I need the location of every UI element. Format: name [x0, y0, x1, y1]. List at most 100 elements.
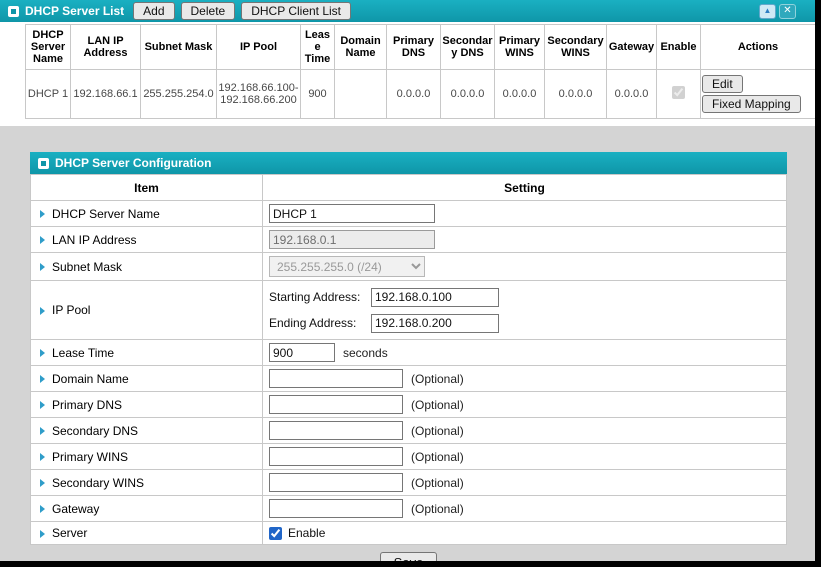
- config-titlebar: DHCP Server Configuration: [30, 152, 787, 174]
- field-label-server: Server: [52, 526, 87, 540]
- panel-icon: [8, 6, 19, 17]
- column-header-primary-wins: Primary WINS: [495, 25, 545, 70]
- row-enable-checkbox: [672, 86, 685, 99]
- item-arrow-icon: [40, 307, 45, 315]
- primary-dns-input[interactable]: [269, 395, 403, 414]
- ending-address-input[interactable]: [371, 314, 499, 333]
- item-arrow-icon: [40, 210, 45, 218]
- field-label-subnet-mask: Subnet Mask: [52, 260, 122, 274]
- item-column-header: Item: [31, 175, 263, 201]
- config-row-secondary-dns: Secondary DNS (Optional): [31, 418, 787, 444]
- item-arrow-icon: [40, 427, 45, 435]
- window-controls: ▲ ✕: [759, 4, 796, 19]
- column-header-subnet-mask: Subnet Mask: [141, 25, 217, 70]
- edit-button[interactable]: Edit: [702, 75, 743, 93]
- server-enable-checkbox[interactable]: [269, 527, 282, 540]
- field-label-primary-dns: Primary DNS: [52, 398, 122, 412]
- dhcp-client-list-button[interactable]: DHCP Client List: [241, 2, 351, 20]
- ending-address-label: Ending Address:: [269, 316, 371, 330]
- gateway-input[interactable]: [269, 499, 403, 518]
- item-arrow-icon: [40, 401, 45, 409]
- collapse-icon[interactable]: ▲: [759, 4, 776, 19]
- config-row-lease-time: Lease Time seconds: [31, 340, 787, 366]
- cell-gateway: 0.0.0.0: [607, 70, 657, 119]
- config-row-server: Server Enable: [31, 522, 787, 545]
- dhcp-server-list-table: DHCP Server Name LAN IP Address Subnet M…: [25, 24, 815, 119]
- config-row-domain-name: Domain Name (Optional): [31, 366, 787, 392]
- column-header-gateway: Gateway: [607, 25, 657, 70]
- optional-hint: (Optional): [411, 398, 464, 412]
- add-button[interactable]: Add: [133, 2, 174, 20]
- config-row-primary-wins: Primary WINS (Optional): [31, 444, 787, 470]
- column-header-primary-dns: Primary DNS: [387, 25, 441, 70]
- field-label-ip-pool: IP Pool: [52, 303, 90, 317]
- domain-name-input[interactable]: [269, 369, 403, 388]
- config-panel-title: DHCP Server Configuration: [55, 156, 211, 170]
- field-label-primary-wins: Primary WINS: [52, 450, 128, 464]
- save-button[interactable]: Save: [380, 552, 438, 561]
- config-row-gateway: Gateway (Optional): [31, 496, 787, 522]
- item-arrow-icon: [40, 530, 45, 538]
- config-row-ip-pool: IP Pool Starting Address: Ending Address…: [31, 281, 787, 340]
- optional-hint: (Optional): [411, 502, 464, 516]
- optional-hint: (Optional): [411, 476, 464, 490]
- config-row-lan-ip-address: LAN IP Address: [31, 227, 787, 253]
- setting-column-header: Setting: [263, 175, 787, 201]
- lease-time-suffix: seconds: [343, 346, 388, 360]
- ip-pool-end-row: Ending Address:: [269, 310, 780, 336]
- config-header-row: Item Setting: [31, 175, 787, 201]
- cell-domain-name: [335, 70, 387, 119]
- starting-address-input[interactable]: [371, 288, 499, 307]
- cell-subnet-mask: 255.255.254.0: [141, 70, 217, 119]
- column-header-secondary-wins: Secondary WINS: [545, 25, 607, 70]
- optional-hint: (Optional): [411, 372, 464, 386]
- item-arrow-icon: [40, 505, 45, 513]
- item-arrow-icon: [40, 479, 45, 487]
- lease-time-input[interactable]: [269, 343, 335, 362]
- list-header-row: DHCP Server Name LAN IP Address Subnet M…: [26, 25, 816, 70]
- dhcp-server-configuration-panel: DHCP Server Configuration Item Setting D…: [30, 152, 787, 561]
- column-header-dhcp-server-name: DHCP Server Name: [26, 25, 71, 70]
- secondary-dns-input[interactable]: [269, 421, 403, 440]
- item-arrow-icon: [40, 263, 45, 271]
- field-label-secondary-wins: Secondary WINS: [52, 476, 144, 490]
- column-header-domain-name: Domain Name: [335, 25, 387, 70]
- column-header-lease-time: Lease Time: [301, 25, 335, 70]
- field-label-lan-ip-address: LAN IP Address: [52, 233, 137, 247]
- field-label-gateway: Gateway: [52, 502, 99, 516]
- secondary-wins-input[interactable]: [269, 473, 403, 492]
- lan-ip-address-input: [269, 230, 435, 249]
- column-header-enable: Enable: [657, 25, 701, 70]
- field-label-lease-time: Lease Time: [52, 346, 114, 360]
- cell-enable: [657, 70, 701, 119]
- dhcp-server-name-input[interactable]: [269, 204, 435, 223]
- primary-wins-input[interactable]: [269, 447, 403, 466]
- table-row: DHCP 1 192.168.66.1 255.255.254.0 192.16…: [26, 70, 816, 119]
- config-row-secondary-wins: Secondary WINS (Optional): [31, 470, 787, 496]
- dhcp-server-list-titlebar: DHCP Server List Add Delete DHCP Client …: [0, 0, 815, 22]
- item-arrow-icon: [40, 453, 45, 461]
- field-label-dhcp-server-name: DHCP Server Name: [52, 207, 160, 221]
- field-label-domain-name: Domain Name: [52, 372, 129, 386]
- cell-ip-pool: 192.168.66.100-192.168.66.200: [217, 70, 301, 119]
- field-label-secondary-dns: Secondary DNS: [52, 424, 138, 438]
- cell-dhcp-server-name: DHCP 1: [26, 70, 71, 119]
- config-row-subnet-mask: Subnet Mask 255.255.255.0 (/24): [31, 253, 787, 281]
- delete-button[interactable]: Delete: [181, 2, 236, 20]
- cell-secondary-dns: 0.0.0.0: [441, 70, 495, 119]
- starting-address-label: Starting Address:: [269, 290, 371, 304]
- page: DHCP Server List Add Delete DHCP Client …: [0, 0, 815, 561]
- optional-hint: (Optional): [411, 424, 464, 438]
- column-header-lan-ip-address: LAN IP Address: [71, 25, 141, 70]
- screen: DHCP Server List Add Delete DHCP Client …: [0, 0, 821, 567]
- close-icon[interactable]: ✕: [779, 4, 796, 19]
- ip-pool-start-row: Starting Address:: [269, 284, 780, 310]
- fixed-mapping-button[interactable]: Fixed Mapping: [702, 95, 801, 113]
- config-row-dhcp-server-name: DHCP Server Name: [31, 201, 787, 227]
- save-bar: Save: [30, 545, 787, 561]
- config-section-background: DHCP Server Configuration Item Setting D…: [0, 126, 815, 561]
- cell-primary-dns: 0.0.0.0: [387, 70, 441, 119]
- column-header-actions: Actions: [701, 25, 816, 70]
- column-header-secondary-dns: Secondary DNS: [441, 25, 495, 70]
- item-arrow-icon: [40, 349, 45, 357]
